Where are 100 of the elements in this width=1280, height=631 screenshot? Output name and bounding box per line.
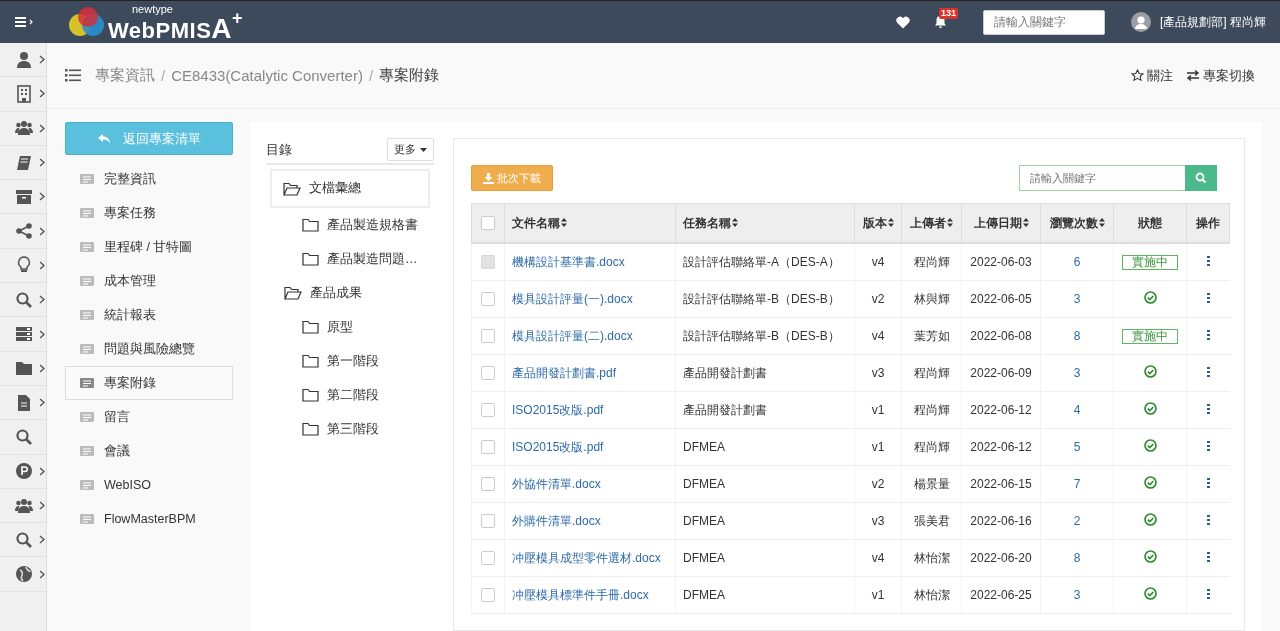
search-icon [15, 290, 33, 309]
chevron-right-icon [39, 123, 45, 133]
more-vertical-icon[interactable] [1206, 367, 1210, 377]
file-link[interactable]: 模具設計評量(二).docx [512, 328, 633, 343]
more-vertical-icon[interactable] [1206, 293, 1210, 303]
menu-item[interactable]: 專案附錄 [65, 366, 233, 400]
row-checkbox[interactable] [481, 292, 495, 307]
file-link[interactable]: 外協件清單.docx [512, 476, 601, 491]
menu-item[interactable]: FlowMasterBPM [65, 502, 233, 536]
column-header[interactable]: 瀏覽次數 [1040, 203, 1114, 243]
check-circle-icon [1143, 587, 1157, 600]
file-link[interactable]: 模具設計評量(一).docx [512, 291, 633, 306]
menu-item[interactable]: 成本管理 [65, 264, 233, 298]
table-cell: 產品開發計劃書 [683, 365, 767, 380]
open-folder-icon [283, 181, 301, 196]
table-cell: v4 [871, 255, 885, 269]
sort-icon [732, 217, 738, 227]
menu-item[interactable]: 統計報表 [65, 298, 233, 332]
folder-node[interactable]: 產品製造問題… [266, 242, 434, 276]
more-vertical-icon[interactable] [1206, 441, 1210, 451]
more-button[interactable]: 更多 [387, 138, 434, 161]
check-circle-icon [1143, 402, 1157, 415]
file-link[interactable]: ISO2015改版.pdf [512, 402, 604, 417]
table-cell: 2022-06-12 [970, 403, 1032, 417]
view-count-link[interactable]: 3 [1073, 292, 1081, 306]
more-vertical-icon[interactable] [1206, 256, 1210, 266]
menu-item[interactable]: WebISO [65, 468, 233, 502]
folder-node[interactable]: 第二階段 [266, 378, 434, 412]
menu-item[interactable]: 留言 [65, 400, 233, 434]
column-header[interactable]: 上傳日期 [961, 203, 1041, 243]
menu-item[interactable]: 問題與風險總覽 [65, 332, 233, 366]
menu-item[interactable]: 會議 [65, 434, 233, 468]
table-cell: v1 [871, 403, 885, 417]
file-link[interactable]: 冲壓模具成型零件選材.docx [512, 550, 661, 565]
check-circle-icon [1143, 550, 1157, 563]
column-header[interactable]: 任務名稱 [675, 203, 855, 243]
row-checkbox[interactable] [481, 551, 495, 566]
folder-node[interactable]: 第三階段 [266, 412, 434, 446]
sort-icon [1022, 217, 1029, 227]
view-count-link[interactable]: 2 [1073, 514, 1081, 528]
avatar-icon[interactable] [1131, 12, 1151, 32]
file-link[interactable]: ISO2015改版.pdf [512, 439, 604, 454]
folder-node[interactable]: 產品成果 [266, 276, 434, 310]
view-count-link[interactable]: 7 [1073, 477, 1081, 491]
switch-project-button[interactable]: 專案切換 [1186, 66, 1255, 85]
view-count-link[interactable]: 4 [1073, 403, 1081, 417]
column-header[interactable]: 文件名稱 [504, 203, 676, 243]
folder-node[interactable]: 第一階段 [266, 344, 434, 378]
row-checkbox[interactable] [481, 514, 495, 529]
view-count-link[interactable]: 3 [1073, 588, 1081, 602]
row-checkbox[interactable] [481, 440, 495, 455]
view-count-link[interactable]: 3 [1073, 366, 1081, 380]
heart-icon[interactable] [896, 15, 910, 29]
user-name[interactable]: [產品規劃部] 程尚輝 [1160, 13, 1266, 31]
more-vertical-icon[interactable] [1206, 478, 1210, 488]
more-vertical-icon[interactable] [1206, 589, 1210, 599]
menu-item[interactable]: 完整資訊 [65, 162, 233, 196]
more-vertical-icon[interactable] [1206, 515, 1210, 525]
folder-node[interactable]: 文檔彙總 [270, 169, 430, 208]
table-cell: 2022-06-15 [970, 477, 1032, 491]
more-vertical-icon[interactable] [1206, 330, 1210, 340]
row-checkbox[interactable] [481, 477, 495, 492]
search-icon [15, 530, 33, 549]
menu-item[interactable]: 里程碑 / 甘特圖 [65, 230, 233, 264]
column-header[interactable]: 上傳者 [901, 203, 962, 243]
file-link[interactable]: 外購件清單.docx [512, 513, 601, 528]
follow-button[interactable]: 關注 [1131, 66, 1173, 85]
breadcrumb-item: 專案附錄 [379, 66, 440, 85]
check-circle-icon [1143, 291, 1157, 304]
swap-arrows-icon [1186, 70, 1200, 81]
menu-item[interactable]: 專案任務 [65, 196, 233, 230]
search-field[interactable]: 請輸入關鍵字 [983, 9, 1105, 35]
row-checkbox[interactable] [481, 329, 495, 344]
folder-icon [302, 354, 319, 368]
view-count-link[interactable]: 5 [1073, 440, 1081, 454]
table-cell: v2 [871, 292, 885, 306]
column-header[interactable]: 版本 [854, 203, 902, 243]
select-all-checkbox[interactable] [481, 216, 495, 231]
row-checkbox[interactable] [481, 588, 495, 603]
table-cell: 林怡潔 [913, 587, 950, 602]
reply-arrow-icon [97, 132, 111, 145]
folder-node[interactable]: 產品製造規格書 [266, 208, 434, 242]
breadcrumb-item[interactable]: 專案資訊 [95, 66, 155, 85]
row-checkbox[interactable] [481, 366, 495, 381]
table-cell: DFMEA [683, 514, 725, 528]
keyword-field[interactable]: 請輸入關鍵字 [1019, 165, 1185, 191]
table-cell: 楊景量 [913, 476, 950, 491]
row-checkbox[interactable] [481, 403, 495, 418]
logo-tagline: newtype [132, 3, 174, 15]
more-vertical-icon[interactable] [1206, 404, 1210, 414]
table-cell: 產品開發計劃書 [683, 402, 767, 417]
folder-node[interactable]: 原型 [266, 310, 434, 344]
view-count-link[interactable]: 8 [1073, 329, 1081, 343]
file-link[interactable]: 冲壓模具標準件手冊.docx [512, 587, 649, 602]
chevron-right-icon [39, 260, 45, 270]
more-vertical-icon[interactable] [1206, 552, 1210, 562]
file-link[interactable]: 產品開發計劃書.pdf [512, 365, 616, 380]
view-count-link[interactable]: 8 [1073, 551, 1081, 565]
lightbulb-icon [15, 256, 33, 275]
chevron-right-icon [39, 466, 45, 476]
